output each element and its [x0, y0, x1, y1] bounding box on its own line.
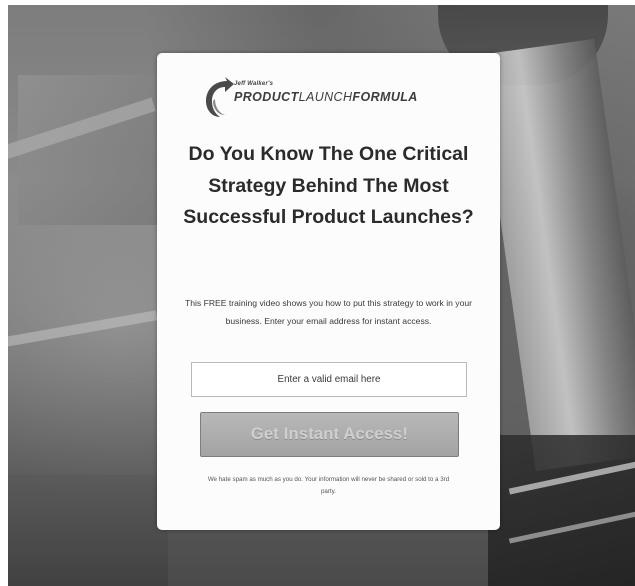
logo-word-launch: LAUNCH — [298, 90, 353, 104]
email-field[interactable] — [191, 362, 467, 397]
logo-byline: Jeff Walker's — [234, 81, 274, 87]
headline: Do You Know The One Critical Strategy Be… — [183, 143, 474, 228]
logo-word-formula: FORMULA — [352, 90, 418, 104]
background-band — [8, 310, 158, 350]
background-dark-corner — [488, 435, 635, 586]
description-text: This FREE training video shows you how t… — [184, 298, 473, 326]
logo-wordmark: PRODUCTLAUNCHFORMULA — [234, 90, 418, 104]
logo-word-product: PRODUCT — [234, 90, 299, 104]
background-pipe — [477, 38, 635, 472]
background-ground — [8, 475, 168, 586]
arrow-swirl-icon — [201, 77, 235, 119]
get-instant-access-button[interactable]: Get Instant Access! — [200, 412, 459, 457]
optin-card: Jeff Walker's PRODUCTLAUNCHFORMULA Do Yo… — [157, 53, 500, 530]
product-launch-formula-logo: Jeff Walker's PRODUCTLAUNCHFORMULA — [201, 77, 461, 119]
privacy-note: We hate spam as much as you do. Your inf… — [207, 476, 450, 495]
background-panel — [18, 75, 158, 225]
